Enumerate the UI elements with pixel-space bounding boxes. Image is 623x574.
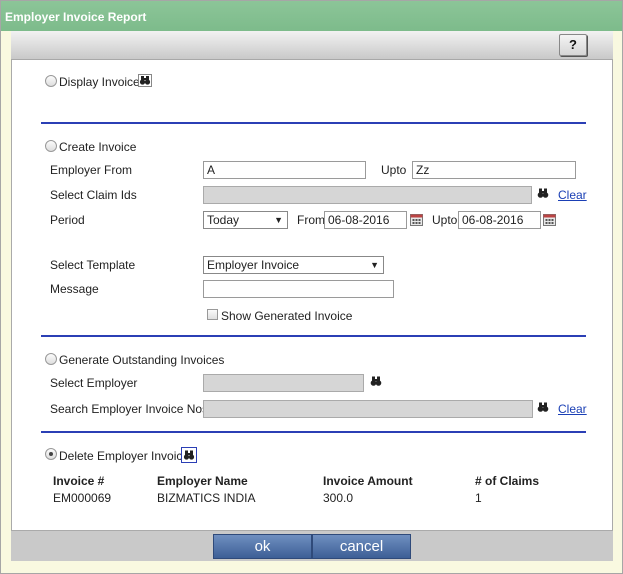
create-invoice-radio[interactable] bbox=[45, 140, 57, 152]
binoculars-icon[interactable] bbox=[181, 447, 197, 463]
section-separator bbox=[41, 335, 586, 337]
clear-search-link[interactable]: Clear bbox=[558, 402, 587, 416]
calendar-icon[interactable] bbox=[410, 213, 423, 226]
delete-invoice-radio[interactable] bbox=[45, 448, 57, 460]
upto-date-input[interactable]: 06-08-2016 bbox=[458, 211, 541, 229]
clear-claim-ids-link[interactable]: Clear bbox=[558, 188, 587, 202]
section-separator bbox=[41, 431, 586, 433]
outstanding-invoices-label: Generate Outstanding Invoices bbox=[59, 353, 225, 367]
window-title: Employer Invoice Report bbox=[5, 10, 147, 24]
show-generated-label: Show Generated Invoice bbox=[221, 309, 353, 323]
column-header-claims-count: # of Claims bbox=[475, 474, 540, 488]
create-invoice-label: Create Invoice bbox=[59, 140, 137, 154]
employer-upto-label: Upto bbox=[381, 163, 407, 177]
message-input[interactable] bbox=[203, 280, 394, 298]
select-employer-input[interactable] bbox=[203, 374, 364, 392]
column-header-invoice-amount: Invoice Amount bbox=[323, 474, 413, 488]
template-select[interactable]: Employer Invoice ▼ bbox=[203, 256, 384, 274]
display-invoice-label: Display Invoice bbox=[59, 75, 140, 89]
chevron-down-icon: ▼ bbox=[370, 260, 379, 270]
from-date-input[interactable]: 06-08-2016 bbox=[324, 211, 407, 229]
employer-from-label: Employer From bbox=[50, 163, 133, 177]
search-invoice-nos-label: Search Employer Invoice Nos bbox=[50, 402, 209, 416]
template-select-value: Employer Invoice bbox=[207, 258, 300, 272]
outstanding-invoices-radio[interactable] bbox=[45, 353, 57, 365]
cancel-button[interactable]: cancel bbox=[312, 534, 411, 559]
template-label: Select Template bbox=[50, 258, 136, 272]
invoice-report-window: Employer Invoice Report ? Display Invoic… bbox=[0, 0, 623, 574]
column-header-invoice-number: Invoice # bbox=[53, 474, 105, 488]
footer-bar: ok cancel bbox=[11, 531, 613, 561]
toolbar: ? bbox=[11, 31, 613, 60]
message-label: Message bbox=[50, 282, 99, 296]
form-panel: Display Invoice Create Invoice Employer … bbox=[11, 60, 613, 531]
period-label: Period bbox=[50, 213, 85, 227]
binoculars-icon[interactable] bbox=[536, 401, 550, 414]
delete-invoice-label: Delete Employer Invoice bbox=[59, 449, 190, 463]
search-invoice-nos-input[interactable] bbox=[203, 400, 533, 418]
from-label: From bbox=[297, 213, 325, 227]
show-generated-checkbox[interactable] bbox=[207, 309, 218, 320]
period-select[interactable]: Today ▼ bbox=[203, 211, 288, 229]
title-bar: Employer Invoice Report bbox=[1, 1, 622, 31]
help-button[interactable]: ? bbox=[559, 34, 587, 56]
section-separator bbox=[41, 122, 586, 124]
binoculars-icon[interactable] bbox=[369, 375, 383, 388]
employer-upto-input[interactable]: Zz bbox=[412, 161, 576, 179]
claim-ids-input[interactable] bbox=[203, 186, 532, 204]
cell-invoice-amount: 300.0 bbox=[323, 491, 354, 505]
column-header-employer-name: Employer Name bbox=[157, 474, 248, 488]
binoculars-icon[interactable] bbox=[138, 74, 152, 87]
ok-button[interactable]: ok bbox=[213, 534, 312, 559]
binoculars-icon[interactable] bbox=[536, 187, 550, 200]
calendar-icon[interactable] bbox=[543, 213, 556, 226]
cell-invoice-number: EM000069 bbox=[53, 491, 112, 505]
cell-claims-count: 1 bbox=[475, 491, 482, 505]
period-select-value: Today bbox=[207, 213, 240, 227]
period-upto-label: Upto bbox=[432, 213, 458, 227]
claim-ids-label: Select Claim Ids bbox=[50, 188, 137, 202]
cell-employer-name: BIZMATICS INDIA bbox=[157, 491, 256, 505]
chevron-down-icon: ▼ bbox=[274, 215, 283, 225]
employer-from-input[interactable]: A bbox=[203, 161, 366, 179]
display-invoice-radio[interactable] bbox=[45, 75, 57, 87]
select-employer-label: Select Employer bbox=[50, 376, 138, 390]
